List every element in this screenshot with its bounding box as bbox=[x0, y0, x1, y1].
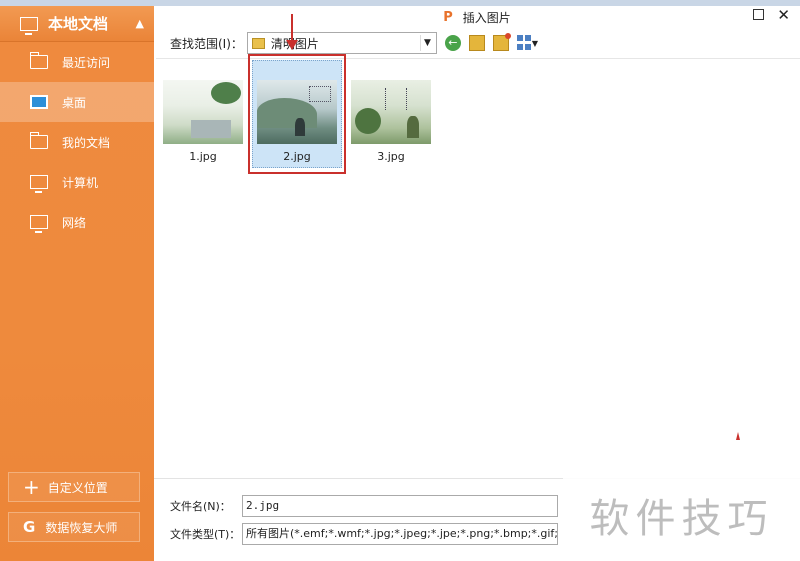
recent-folder-icon bbox=[30, 52, 48, 69]
data-recovery-button[interactable]: G 数据恢复大师 bbox=[8, 512, 140, 542]
view-menu-icon[interactable] bbox=[516, 35, 531, 51]
wps-logo-icon: P bbox=[443, 9, 453, 25]
dialog-title: 插入图片 bbox=[462, 10, 511, 25]
maximize-button[interactable] bbox=[753, 9, 764, 20]
annotation-mark bbox=[736, 432, 740, 440]
sidebar-item-label: 计算机 bbox=[62, 175, 99, 190]
filename-label: 文件名(N)： bbox=[170, 500, 231, 513]
watermark: 软件技巧 bbox=[563, 468, 800, 561]
monitor-icon bbox=[20, 16, 38, 35]
image-thumbnail bbox=[163, 80, 243, 144]
file-name: 3.jpg bbox=[377, 150, 405, 163]
up-folder-icon[interactable] bbox=[468, 35, 485, 51]
filetype-label: 文件类型(T)： bbox=[170, 528, 241, 541]
folder-icon bbox=[30, 132, 48, 149]
insert-picture-dialog: 本地文档 ▲ 最近访问 桌面 我的文档 计算机 网络 + 自定义位置 G 数据恢… bbox=[0, 0, 800, 561]
sidebar-item-desktop[interactable]: 桌面 bbox=[0, 82, 154, 122]
file-item[interactable]: 3.jpg bbox=[346, 80, 436, 163]
annotation-arrow-line bbox=[291, 14, 293, 42]
sidebar-item-computer[interactable]: 计算机 bbox=[0, 162, 154, 202]
title-bar: P 插入图片 ✕ bbox=[154, 6, 800, 28]
toolbar: 查找范围(I)： 清明图片 ▼ ← ▼ bbox=[154, 30, 800, 56]
collapse-arrow-icon[interactable]: ▲ bbox=[136, 17, 144, 30]
sidebar-item-label: 最近访问 bbox=[62, 55, 111, 70]
filetype-select[interactable]: 所有图片(*.emf;*.wmf;*.jpg;*.jpeg;*.jpe;*.pn… bbox=[242, 523, 558, 545]
look-in-select[interactable]: 清明图片 ▼ bbox=[246, 32, 437, 54]
sidebar-header[interactable]: 本地文档 ▲ bbox=[0, 6, 154, 42]
filename-input[interactable]: 2.jpg bbox=[242, 495, 558, 517]
desktop-icon bbox=[30, 95, 48, 109]
sidebar-item-label: 桌面 bbox=[62, 95, 87, 110]
sidebar-item-network[interactable]: 网络 bbox=[0, 202, 154, 242]
file-name: 1.jpg bbox=[189, 150, 217, 163]
look-in-label: 查找范围(I)： bbox=[170, 36, 243, 51]
sidebar-item-recent[interactable]: 最近访问 bbox=[0, 42, 154, 82]
image-thumbnail bbox=[351, 80, 431, 144]
sidebar-item-label: 我的文档 bbox=[62, 135, 111, 150]
annotation-arrow-icon bbox=[286, 40, 298, 50]
filetype-row: 文件类型(T)： 所有图片(*.emf;*.wmf;*.jpg;*.jpeg;*… bbox=[170, 523, 558, 545]
filename-row: 文件名(N)： 2.jpg bbox=[170, 495, 558, 517]
recovery-logo-icon: G bbox=[23, 518, 36, 536]
file-item[interactable]: 1.jpg bbox=[158, 80, 248, 163]
new-folder-icon[interactable] bbox=[492, 33, 511, 51]
custom-location-label: 自定义位置 bbox=[47, 480, 108, 495]
sidebar-title: 本地文档 bbox=[48, 15, 109, 33]
computer-icon bbox=[30, 175, 48, 193]
view-caret-icon[interactable]: ▼ bbox=[532, 39, 538, 48]
folder-icon bbox=[251, 37, 265, 49]
custom-location-button[interactable]: + 自定义位置 bbox=[8, 472, 140, 502]
plus-icon: + bbox=[23, 475, 40, 499]
data-recovery-label: 数据恢复大师 bbox=[45, 520, 118, 535]
back-button-icon[interactable]: ← bbox=[444, 35, 461, 51]
sidebar: 本地文档 ▲ 最近访问 桌面 我的文档 计算机 网络 + 自定义位置 G 数据恢… bbox=[0, 6, 154, 561]
chevron-down-icon[interactable]: ▼ bbox=[419, 35, 434, 51]
sidebar-item-label: 网络 bbox=[62, 215, 87, 230]
sidebar-item-documents[interactable]: 我的文档 bbox=[0, 122, 154, 162]
highlight-box bbox=[248, 54, 346, 174]
close-button[interactable]: ✕ bbox=[777, 6, 790, 24]
network-icon bbox=[30, 215, 48, 233]
